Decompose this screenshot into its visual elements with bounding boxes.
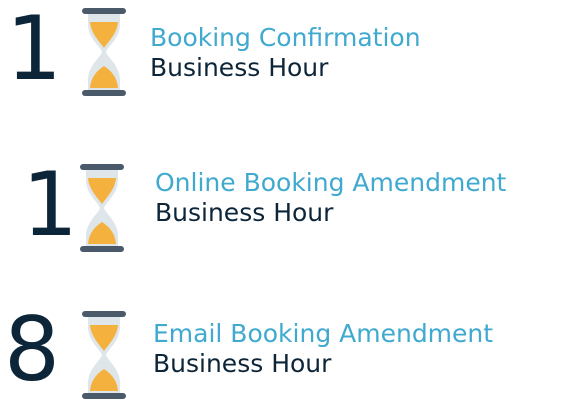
hours-number: 1	[6, 0, 62, 100]
sla-item-booking-confirmation: 1 Booking Confirmation Business Hour	[0, 5, 561, 96]
hours-number: 1	[22, 153, 78, 256]
hourglass-icon	[80, 164, 124, 252]
sla-text: Booking Confirmation Business Hour	[150, 23, 421, 83]
hourglass-icon	[82, 8, 126, 96]
sla-text: Online Booking Amendment Business Hour	[155, 168, 506, 228]
sla-item-online-booking-amendment: 1 Online Booking Amendment Business Hour	[0, 160, 561, 252]
hours-number: 8	[4, 298, 60, 401]
sla-title: Booking Confirmation	[150, 23, 421, 52]
sla-text: Email Booking Amendment Business Hour	[153, 319, 493, 379]
sla-subtitle: Business Hour	[150, 53, 329, 82]
sla-subtitle: Business Hour	[155, 198, 334, 227]
sla-title: Email Booking Amendment	[153, 319, 494, 348]
hourglass-icon	[82, 311, 126, 399]
sla-subtitle: Business Hour	[153, 349, 332, 378]
sla-item-email-booking-amendment: 8 Email Booking Amendment Business Hour	[0, 305, 561, 399]
sla-title: Online Booking Amendment	[155, 168, 507, 197]
